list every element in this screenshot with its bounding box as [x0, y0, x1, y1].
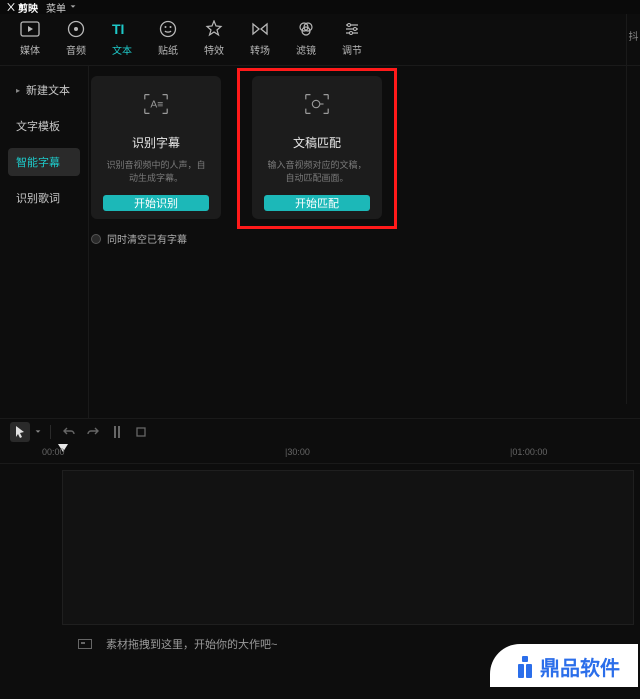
nav-effects[interactable]: 特效 [200, 20, 228, 57]
media-icon [20, 20, 40, 38]
subtitle-frame-icon: A≡ [142, 92, 170, 116]
timeline-toolbar [0, 418, 640, 444]
nav-label: 贴纸 [158, 42, 178, 57]
nav-label: 转场 [250, 42, 270, 57]
sidebar-item-new-text[interactable]: 新建文本 [8, 76, 80, 104]
split-button[interactable] [107, 422, 127, 442]
sticker-icon [158, 20, 178, 38]
chevron-down-icon [69, 3, 77, 11]
card-match-script-wrap: 文稿匹配 输入音视频对应的文稿，自动匹配画面。 开始匹配 [237, 68, 397, 229]
nav-transition[interactable]: 转场 [246, 20, 274, 57]
audio-icon [66, 20, 86, 38]
redo-button[interactable] [83, 422, 103, 442]
drop-hint-text: 素材拖拽到这里，开始你的大作吧~ [106, 636, 277, 652]
top-nav: 媒体 音频 TI 文本 贴纸 特效 转场 滤镜 调节 [0, 14, 640, 66]
undo-button[interactable] [59, 422, 79, 442]
ruler-mark: |01:00:00 [510, 447, 547, 457]
text-icon: TI [112, 20, 132, 38]
delete-button[interactable] [131, 422, 151, 442]
nav-label: 文本 [112, 42, 132, 57]
nav-filter[interactable]: 滤镜 [292, 20, 320, 57]
menu-button[interactable]: 菜单 [46, 0, 77, 15]
nav-label: 媒体 [20, 42, 40, 57]
sidebar-item-label: 新建文本 [26, 82, 70, 98]
transition-icon [250, 20, 270, 38]
card-title: 文稿匹配 [293, 134, 341, 151]
nav-label: 特效 [204, 42, 224, 57]
app-logo: 剪映 [6, 0, 38, 15]
card-recognize-subtitle-wrap: A≡ 识别字幕 识别音视频中的人声，自动生成字幕。 开始识别 [91, 76, 221, 219]
menu-label: 菜单 [46, 0, 66, 15]
content-panel: A≡ 识别字幕 识别音视频中的人声，自动生成字幕。 开始识别 文稿匹配 输入音视… [88, 66, 640, 418]
app-name: 剪映 [18, 0, 38, 15]
timeline-ruler[interactable]: 00:00 |30:00 |01:00:00 [0, 444, 640, 464]
sidebar-item-label: 文字模板 [16, 118, 60, 134]
nav-label: 滤镜 [296, 42, 316, 57]
card-title: 识别字幕 [132, 134, 180, 151]
nav-label: 音频 [66, 42, 86, 57]
pointer-tool[interactable] [10, 422, 30, 442]
nav-audio[interactable]: 音频 [62, 20, 90, 57]
clear-subtitle-radio[interactable] [91, 234, 101, 244]
sidebar-item-smart-subtitle[interactable]: 智能字幕 [8, 148, 80, 176]
sidebar-item-label: 识别歌词 [16, 190, 60, 206]
sidebar-item-text-template[interactable]: 文字模板 [8, 112, 80, 140]
separator [50, 425, 51, 439]
script-match-icon [303, 92, 331, 116]
clear-subtitle-label: 同时清空已有字幕 [107, 231, 187, 246]
start-recognize-button[interactable]: 开始识别 [103, 195, 209, 211]
watermark-text: 鼎品软件 [540, 652, 620, 681]
track-drop-area[interactable] [62, 470, 634, 625]
right-strip-glyph: 抖 [629, 28, 639, 43]
scissors-icon [6, 2, 16, 12]
filter-icon [296, 20, 316, 38]
drop-hint: 素材拖拽到这里，开始你的大作吧~ [78, 636, 277, 652]
card-desc: 识别音视频中的人声，自动生成字幕。 [103, 159, 209, 185]
title-bar: 剪映 菜单 [0, 0, 640, 14]
chevron-down-icon[interactable] [34, 428, 42, 436]
nav-media[interactable]: 媒体 [16, 20, 44, 57]
nav-text[interactable]: TI 文本 [108, 20, 136, 57]
card-recognize-subtitle: A≡ 识别字幕 识别音视频中的人声，自动生成字幕。 开始识别 [91, 76, 221, 219]
sidebar-item-label: 智能字幕 [16, 154, 60, 170]
effects-icon [204, 20, 224, 38]
clear-subtitle-row[interactable]: 同时清空已有字幕 [91, 231, 630, 246]
start-match-button[interactable]: 开始匹配 [264, 195, 370, 211]
adjust-icon [342, 20, 362, 38]
nav-label: 调节 [342, 42, 362, 57]
placeholder-icon [78, 639, 92, 649]
watermark-icon [518, 656, 532, 678]
nav-adjust[interactable]: 调节 [338, 20, 366, 57]
nav-sticker[interactable]: 贴纸 [154, 20, 182, 57]
svg-text:TI: TI [112, 21, 124, 37]
sidebar: 新建文本 文字模板 智能字幕 识别歌词 [0, 66, 88, 418]
svg-text:A≡: A≡ [150, 100, 163, 111]
right-panel-strip: 抖 [626, 14, 640, 404]
card-row: A≡ 识别字幕 识别音视频中的人声，自动生成字幕。 开始识别 文稿匹配 输入音视… [91, 76, 630, 219]
main-area: 新建文本 文字模板 智能字幕 识别歌词 A≡ 识别字幕 识别音视频中的人声，自动… [0, 66, 640, 418]
ruler-mark: |30:00 [285, 447, 310, 457]
ruler-mark: 00:00 [42, 447, 65, 457]
card-desc: 输入音视频对应的文稿，自动匹配画面。 [264, 159, 370, 185]
watermark: 鼎品软件 [490, 644, 638, 687]
sidebar-item-recognize-lyrics[interactable]: 识别歌词 [8, 184, 80, 212]
card-match-script: 文稿匹配 输入音视频对应的文稿，自动匹配画面。 开始匹配 [252, 76, 382, 219]
